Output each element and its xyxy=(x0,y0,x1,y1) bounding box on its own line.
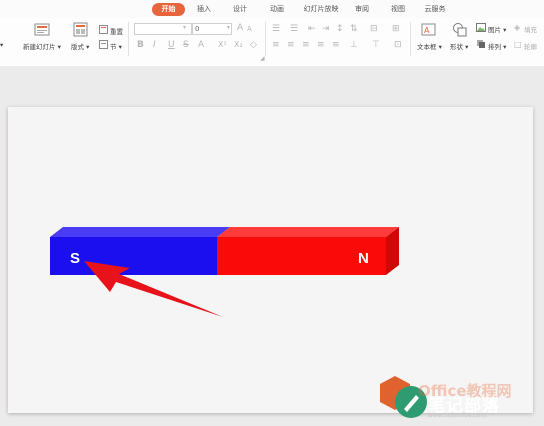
south-pole-top-face xyxy=(50,227,230,237)
magnet-illustration[interactable]: S N xyxy=(0,0,544,426)
north-pole-top-face xyxy=(217,227,399,237)
north-pole-label: N xyxy=(358,250,369,267)
south-pole-label: S xyxy=(70,250,80,267)
watermark-url: www.notetribe.com xyxy=(428,412,487,419)
